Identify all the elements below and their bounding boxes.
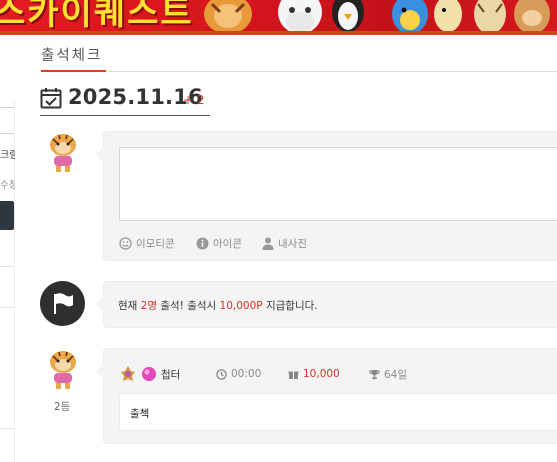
sidebar-fragment-text: 크램 (0, 150, 15, 161)
attendance-entry: 첩터 00:00 10,000 64일 출첵 (96, 348, 557, 444)
icon-label: 아이콘 (213, 237, 242, 250)
clock-icon (216, 368, 227, 380)
comment-composer: 이모티콘 아이콘 내사진 (96, 131, 557, 261)
entry-streak-value: 64일 (384, 368, 408, 381)
sidebar-divider (0, 266, 14, 267)
notice-points: 10,000P (219, 300, 263, 312)
info-icon (196, 237, 209, 249)
tiger-mascot-image (204, 0, 252, 31)
notice-text: 현재 2명 출석! 출석시 10,000P 지급합니다. (118, 298, 318, 313)
monkey-mascot-image (514, 0, 550, 31)
entry-time: 00:00 (216, 365, 261, 383)
emoticon-button[interactable]: 이모티콘 (119, 235, 175, 251)
notice-middle: 출석! 출석시 (157, 300, 220, 312)
entry-comment: 출첵 (130, 408, 150, 420)
notice-avatar (40, 281, 85, 326)
card-pointer (96, 296, 104, 312)
date-offset[interactable]: + 2 (183, 93, 205, 107)
icon-button[interactable]: 아이콘 (196, 235, 242, 251)
entry-user[interactable]: 첩터 (119, 365, 180, 383)
grade-orb-icon (142, 367, 156, 381)
sidebar-dark-button[interactable] (0, 201, 14, 230)
entry-points-value: 10,000 (303, 368, 340, 380)
date-underline (40, 115, 210, 116)
entry-streak: 64일 (369, 365, 407, 383)
card-pointer (96, 146, 104, 162)
smile-icon (119, 236, 132, 250)
banner-mascots (204, 0, 550, 31)
comment-input[interactable] (119, 147, 557, 221)
bird-mascot-image (278, 0, 322, 31)
parrot-mascot-image (392, 0, 428, 31)
entry-points: 10,000 (288, 365, 340, 383)
banner-divider (0, 31, 557, 35)
calendar-check-icon (40, 88, 62, 109)
notice-prefix: 현재 (118, 300, 141, 312)
notice-suffix: 지급합니다. (262, 300, 318, 312)
my-photo-label: 내사진 (278, 237, 307, 250)
title-active-underline (41, 70, 106, 72)
sidebar-fragment-text[interactable]: 수정 (0, 177, 15, 191)
card-pointer (96, 363, 104, 379)
flag-icon (54, 293, 73, 314)
penguin-mascot-image (332, 0, 364, 31)
gift-icon (288, 371, 299, 379)
notice-count: 2명 (140, 300, 158, 312)
emoticon-label: 이모티콘 (136, 237, 175, 250)
chick-mascot-image (434, 0, 462, 31)
tiger-avatar-icon (50, 134, 76, 172)
entry-comment-box: 출첵 (119, 393, 557, 431)
sidebar-divider (0, 428, 14, 429)
tiger-avatar-icon (50, 351, 76, 389)
page-title[interactable]: 출석체크 (41, 44, 102, 65)
level-badge-icon (121, 366, 135, 381)
sidebar-divider (0, 307, 14, 308)
sidebar-divider (0, 133, 14, 134)
entry-username: 첩터 (161, 368, 181, 381)
my-photo-button[interactable]: 내사진 (262, 235, 307, 251)
site-banner: 스카이퀘스트 (0, 0, 557, 31)
rank-label: 2등 (54, 401, 71, 413)
user-icon (262, 237, 274, 250)
title-divider (41, 71, 557, 72)
trophy-icon (369, 369, 380, 379)
sidebar-divider (0, 107, 14, 108)
cat-mascot-image (474, 0, 506, 31)
entry-time-value: 00:00 (231, 368, 262, 380)
attendance-notice: 현재 2명 출석! 출석시 10,000P 지급합니다. (96, 281, 557, 328)
